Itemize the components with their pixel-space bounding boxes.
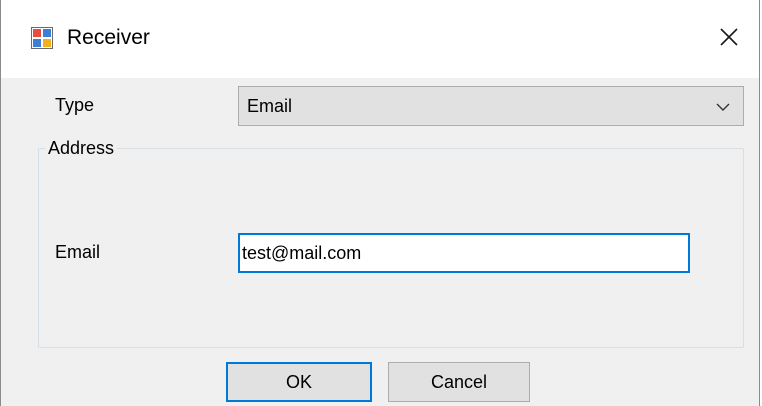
receiver-dialog: Receiver Type Email Address Email OK <box>0 0 760 406</box>
cancel-button[interactable]: Cancel <box>388 362 530 402</box>
chevron-down-icon <box>715 100 731 114</box>
dialog-body: Type Email Address Email OK Cancel <box>1 78 759 406</box>
type-dropdown[interactable]: Email <box>238 86 744 126</box>
type-dropdown-value: Email <box>247 96 293 116</box>
email-label: Email <box>55 242 101 262</box>
type-label: Type <box>55 95 95 115</box>
email-input[interactable] <box>238 233 690 273</box>
address-group-title: Address <box>45 138 118 159</box>
form-app-icon <box>31 27 53 49</box>
window-title: Receiver <box>67 26 150 49</box>
close-icon <box>719 27 739 52</box>
title-bar[interactable]: Receiver <box>1 0 759 78</box>
ok-button[interactable]: OK <box>226 362 372 402</box>
close-button[interactable] <box>699 0 759 78</box>
